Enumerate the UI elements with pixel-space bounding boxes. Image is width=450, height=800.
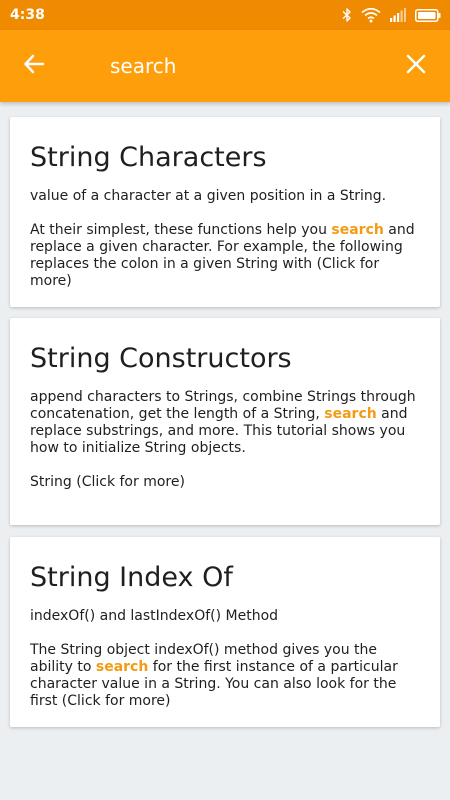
search-highlight: search bbox=[324, 406, 377, 422]
card-title: String Constructors bbox=[30, 343, 292, 374]
status-time: 4:38 bbox=[10, 7, 45, 23]
result-card[interactable]: String Index Of indexOf() and lastIndexO… bbox=[10, 537, 440, 727]
card-snippet: value of a character at a given position… bbox=[30, 188, 424, 205]
card-snippet: At their simplest, these functions help … bbox=[30, 222, 424, 290]
snippet-text: indexOf() and lastIndexOf() Method bbox=[30, 608, 279, 624]
back-button[interactable] bbox=[18, 50, 50, 82]
search-toolbar bbox=[0, 30, 450, 102]
result-card[interactable]: String Characters value of a character a… bbox=[10, 117, 440, 307]
status-icons bbox=[342, 5, 441, 25]
signal-icon bbox=[390, 8, 406, 22]
card-snippet: indexOf() and lastIndexOf() Method bbox=[30, 608, 424, 625]
status-bar: 4:38 bbox=[0, 0, 450, 30]
search-input[interactable] bbox=[104, 48, 386, 84]
snippet-text: value of a character at a given position… bbox=[30, 188, 387, 204]
snippet-text: String (Click for more) bbox=[30, 474, 185, 490]
card-title: String Characters bbox=[30, 142, 267, 173]
snippet-text: At their simplest, these functions help … bbox=[30, 222, 332, 238]
close-button[interactable] bbox=[400, 50, 432, 82]
card-content: String Constructors append characters to… bbox=[30, 344, 424, 491]
card-snippet: append characters to Strings, combine St… bbox=[30, 389, 424, 457]
card-title: String Index Of bbox=[30, 562, 233, 593]
battery-icon bbox=[415, 8, 441, 22]
search-highlight: search bbox=[331, 222, 384, 238]
card-snippet: The String object indexOf() method gives… bbox=[30, 642, 424, 710]
search-highlight: search bbox=[95, 659, 149, 675]
card-snippet: String (Click for more) bbox=[30, 474, 424, 491]
card-content: String Index Of indexOf() and lastIndexO… bbox=[30, 563, 424, 710]
card-content: String Characters value of a character a… bbox=[30, 143, 424, 290]
result-card[interactable]: String Constructors append characters to… bbox=[10, 318, 440, 525]
bluetooth-icon bbox=[342, 7, 352, 23]
close-icon bbox=[405, 53, 427, 79]
wifi-icon bbox=[361, 7, 381, 23]
arrow-left-icon bbox=[22, 52, 46, 80]
